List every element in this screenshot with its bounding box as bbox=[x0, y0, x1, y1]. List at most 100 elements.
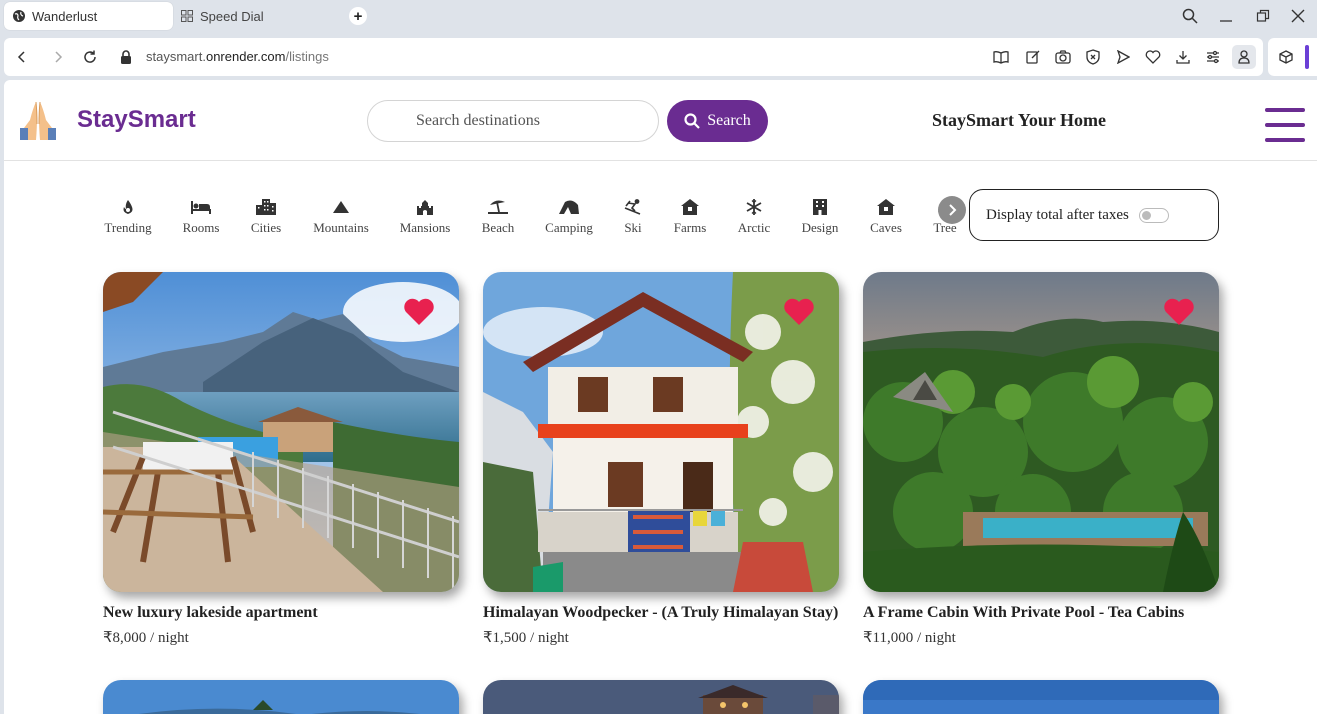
tax-toggle-box: Display total after taxes bbox=[969, 189, 1219, 241]
edit-icon[interactable] bbox=[1024, 48, 1042, 66]
building-icon bbox=[810, 197, 830, 217]
forward-icon[interactable] bbox=[48, 47, 68, 67]
filter-beach[interactable]: Beach bbox=[463, 197, 533, 236]
minimize-icon[interactable] bbox=[1214, 5, 1238, 27]
listing-card[interactable] bbox=[103, 680, 459, 714]
filter-camping[interactable]: Camping bbox=[534, 197, 604, 236]
favorite-heart-icon[interactable] bbox=[783, 296, 815, 326]
tent-icon bbox=[559, 197, 579, 217]
listing-photo[interactable] bbox=[103, 680, 459, 714]
filter-farms[interactable]: Farms bbox=[655, 197, 725, 236]
filter-label: Farms bbox=[673, 220, 707, 235]
listing-card[interactable] bbox=[863, 680, 1219, 714]
listing-card[interactable] bbox=[483, 680, 839, 714]
filter-cities[interactable]: Cities bbox=[231, 197, 301, 236]
url-host-prefix: staysmart. bbox=[146, 49, 206, 64]
filter-label: Mountains bbox=[313, 220, 369, 235]
listing-photo[interactable] bbox=[863, 680, 1219, 714]
filter-label: Rooms bbox=[182, 220, 220, 235]
web-page: StaySmart Search StaySmart Your Home Tre… bbox=[4, 80, 1317, 714]
restore-icon[interactable] bbox=[1251, 5, 1275, 27]
price-amount: ₹8,000 bbox=[103, 630, 147, 646]
listing-photo[interactable] bbox=[483, 680, 839, 714]
favorite-heart-icon[interactable] bbox=[1163, 296, 1195, 326]
favorite-heart-icon[interactable] bbox=[403, 296, 435, 326]
price-amount: ₹1,500 bbox=[483, 630, 527, 646]
filter-label: Ski bbox=[624, 220, 642, 235]
filter-design[interactable]: Design bbox=[785, 197, 855, 236]
browser-tab-bar: Wanderlust Speed Dial + bbox=[0, 0, 1317, 34]
filter-arctic[interactable]: Arctic bbox=[719, 197, 789, 236]
listing-photo[interactable] bbox=[863, 272, 1219, 592]
tax-toggle-label: Display total after taxes bbox=[986, 206, 1129, 223]
globe-icon bbox=[12, 9, 26, 23]
url-field[interactable]: staysmart.onrender.com/listings bbox=[146, 49, 329, 64]
listing-photo[interactable] bbox=[103, 272, 459, 592]
profile-icon[interactable] bbox=[1232, 45, 1256, 69]
search-tabs-icon[interactable] bbox=[1178, 5, 1202, 27]
sidebar-handle[interactable] bbox=[1305, 45, 1309, 69]
house-icon bbox=[876, 197, 896, 217]
filter-mountains[interactable]: Mountains bbox=[306, 197, 376, 236]
grid-icon bbox=[180, 9, 194, 23]
reader-view-icon[interactable] bbox=[992, 48, 1010, 66]
url-path: /listings bbox=[285, 49, 329, 64]
praying-hands-logo-icon[interactable] bbox=[16, 98, 60, 142]
price-unit: / night bbox=[146, 630, 189, 646]
tax-toggle-switch[interactable] bbox=[1138, 207, 1169, 223]
listing-title[interactable]: Himalayan Woodpecker - (A Truly Himalaya… bbox=[483, 604, 839, 622]
listing-price: ₹11,000 / night bbox=[863, 628, 1219, 647]
url-host: onrender.com bbox=[205, 49, 286, 64]
tab-speed-dial[interactable]: Speed Dial bbox=[172, 2, 342, 30]
camera-icon[interactable] bbox=[1054, 48, 1072, 66]
listing-title[interactable]: A Frame Cabin With Private Pool - Tea Ca… bbox=[863, 604, 1219, 622]
heart-outline-icon[interactable] bbox=[1144, 48, 1162, 66]
mountain-icon bbox=[331, 197, 351, 217]
snowflake-icon bbox=[744, 197, 764, 217]
address-bar: staysmart.onrender.com/listings bbox=[4, 38, 1263, 76]
filter-label: Cities bbox=[250, 220, 282, 235]
filter-label: Camping bbox=[545, 220, 593, 235]
lock-icon[interactable] bbox=[116, 47, 136, 67]
new-tab-button[interactable]: + bbox=[349, 7, 367, 25]
price-amount: ₹11,000 bbox=[863, 630, 914, 646]
price-unit: / night bbox=[913, 630, 956, 646]
search-icon bbox=[684, 113, 701, 129]
filter-label: Mansions bbox=[399, 220, 451, 235]
chevron-right-icon bbox=[949, 204, 957, 216]
listing-photo[interactable] bbox=[483, 272, 839, 592]
filter-rooms[interactable]: Rooms bbox=[166, 197, 236, 236]
listing-card[interactable]: Himalayan Woodpecker - (A Truly Himalaya… bbox=[483, 272, 839, 647]
settings-sliders-icon[interactable] bbox=[1204, 48, 1222, 66]
listing-title[interactable]: New luxury lakeside apartment bbox=[103, 604, 459, 622]
extensions-area bbox=[1268, 38, 1317, 76]
filter-mansions[interactable]: Mansions bbox=[390, 197, 460, 236]
reload-icon[interactable] bbox=[80, 47, 100, 67]
search-button[interactable]: Search bbox=[667, 100, 768, 142]
filter-label: Caves bbox=[870, 220, 902, 235]
cube-extension-icon[interactable] bbox=[1277, 48, 1295, 66]
bed-icon bbox=[191, 197, 211, 217]
tagline[interactable]: StaySmart Your Home bbox=[932, 110, 1106, 131]
search-button-label: Search bbox=[707, 112, 751, 129]
tab-label: Wanderlust bbox=[32, 8, 98, 24]
brand-name[interactable]: StaySmart bbox=[77, 106, 196, 134]
menu-hamburger-icon[interactable] bbox=[1263, 106, 1307, 144]
tab-wanderlust[interactable]: Wanderlust bbox=[4, 2, 173, 30]
listing-card[interactable]: A Frame Cabin With Private Pool - Tea Ca… bbox=[863, 272, 1219, 647]
close-icon[interactable] bbox=[1286, 5, 1310, 27]
shield-icon[interactable] bbox=[1084, 48, 1102, 66]
fire-icon bbox=[118, 197, 138, 217]
filter-label: Arctic bbox=[737, 220, 771, 235]
filters-scroll-next-button[interactable] bbox=[938, 196, 966, 224]
search-input[interactable] bbox=[367, 100, 659, 142]
filter-trending[interactable]: Trending bbox=[93, 197, 163, 236]
skiing-icon bbox=[623, 197, 643, 217]
back-icon[interactable] bbox=[12, 47, 32, 67]
send-icon[interactable] bbox=[1114, 48, 1132, 66]
download-icon[interactable] bbox=[1174, 48, 1192, 66]
castle-icon bbox=[415, 197, 435, 217]
umbrella-beach-icon bbox=[488, 197, 508, 217]
listing-card[interactable]: New luxury lakeside apartment ₹8,000 / n… bbox=[103, 272, 459, 647]
house-icon bbox=[680, 197, 700, 217]
